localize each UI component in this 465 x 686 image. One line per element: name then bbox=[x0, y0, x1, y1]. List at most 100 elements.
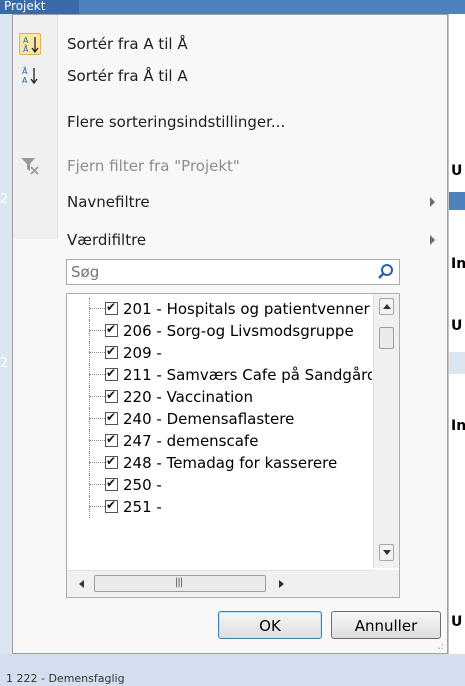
item-checkbox[interactable] bbox=[105, 322, 118, 337]
tree-line bbox=[89, 330, 105, 331]
menu-item-more-sort-options[interactable]: Flere sorteringsindstillinger... bbox=[13, 107, 447, 137]
scroll-up-button[interactable] bbox=[379, 298, 394, 315]
background-right-label: U bbox=[451, 614, 463, 630]
list-item[interactable]: 247 - demenscafe bbox=[67, 430, 372, 452]
search-icon[interactable] bbox=[377, 263, 395, 281]
submenu-arrow-icon bbox=[430, 197, 435, 207]
tree-line bbox=[89, 342, 90, 364]
item-checkbox[interactable] bbox=[105, 432, 118, 447]
item-checkbox[interactable] bbox=[105, 498, 118, 513]
vertical-scroll-thumb[interactable] bbox=[379, 327, 394, 349]
horizontal-scrollbar[interactable]: ||| bbox=[67, 570, 373, 597]
list-item-label: 211 - Samværs Cafe på Sandgårdsp bbox=[123, 366, 372, 384]
list-item[interactable]: 250 - bbox=[67, 474, 372, 496]
background-right-column bbox=[448, 14, 465, 654]
menu-item-name-filters[interactable]: Navnefiltre bbox=[13, 187, 447, 217]
item-checkbox[interactable] bbox=[105, 344, 118, 359]
svg-text:Å: Å bbox=[23, 43, 29, 54]
sort-za-icon: Å A bbox=[19, 65, 41, 87]
tree-line bbox=[89, 474, 90, 496]
menu-item-label: Sortér fra Å til A bbox=[67, 67, 188, 85]
tree-line bbox=[89, 364, 90, 386]
menu-item-label: Fjern filter fra "Projekt" bbox=[67, 157, 240, 175]
item-checkbox[interactable] bbox=[105, 476, 118, 491]
tree-line bbox=[89, 496, 90, 518]
search-box bbox=[66, 259, 400, 285]
list-item-label: 240 - Demensaflastere bbox=[123, 410, 295, 428]
list-item[interactable]: 220 - Vaccination bbox=[67, 386, 372, 408]
background-column-header: Projekt bbox=[0, 0, 79, 14]
list-item[interactable]: 209 - bbox=[67, 342, 372, 364]
tree-line bbox=[89, 408, 90, 430]
background-right-label: U bbox=[451, 163, 463, 179]
tree-line bbox=[89, 374, 105, 375]
item-checkbox[interactable] bbox=[105, 366, 118, 381]
filter-value-list-content: 201 - Hospitals og patientvenner 206 - S… bbox=[67, 298, 372, 568]
tree-line bbox=[89, 320, 90, 342]
tree-line bbox=[89, 396, 105, 397]
background-right-band bbox=[449, 192, 465, 210]
tree-line bbox=[89, 308, 105, 309]
vertical-scrollbar[interactable] bbox=[373, 294, 399, 568]
scroll-down-button[interactable] bbox=[379, 544, 394, 561]
item-checkbox[interactable] bbox=[105, 454, 118, 469]
item-checkbox[interactable] bbox=[105, 300, 118, 315]
sort-az-icon: A Å bbox=[19, 33, 41, 55]
svg-text:Å: Å bbox=[22, 65, 28, 76]
background-row-number: 2 bbox=[0, 356, 9, 371]
scroll-right-icon[interactable] bbox=[279, 580, 284, 588]
tree-line bbox=[89, 506, 105, 507]
background-right-label: U bbox=[451, 318, 463, 334]
horizontal-scroll-thumb[interactable]: ||| bbox=[94, 575, 266, 592]
tree-line bbox=[89, 386, 90, 408]
background-right-label: In bbox=[451, 256, 465, 272]
list-item[interactable]: 206 - Sorg-og Livsmodsgruppe bbox=[67, 320, 372, 342]
tree-line bbox=[89, 462, 105, 463]
item-checkbox[interactable] bbox=[105, 388, 118, 403]
menu-item-clear-filter[interactable]: Fjern filter fra "Projekt" bbox=[13, 151, 447, 181]
tree-line bbox=[89, 298, 90, 320]
background-row-number: 2 bbox=[0, 192, 9, 207]
ok-button[interactable]: OK bbox=[218, 611, 322, 639]
svg-text:A: A bbox=[22, 76, 28, 85]
background-left-strip bbox=[0, 14, 12, 654]
list-item-label: 209 - bbox=[123, 344, 162, 362]
svg-text:A: A bbox=[23, 36, 29, 45]
scroll-left-icon[interactable] bbox=[79, 580, 84, 588]
item-checkbox[interactable] bbox=[105, 410, 118, 425]
grip-icon: ||| bbox=[175, 577, 183, 588]
tree-line bbox=[89, 352, 105, 353]
filter-value-list: 201 - Hospitals og patientvenner 206 - S… bbox=[66, 293, 400, 598]
background-right-band bbox=[449, 352, 465, 374]
list-item[interactable]: 248 - Temadag for kasserere bbox=[67, 452, 372, 474]
tree-line bbox=[89, 418, 105, 419]
menu-item-label: Navnefiltre bbox=[67, 193, 150, 211]
background-right-label: In bbox=[451, 418, 465, 434]
list-item-label: 206 - Sorg-og Livsmodsgruppe bbox=[123, 322, 354, 340]
list-item-label: 250 - bbox=[123, 476, 162, 494]
list-item-label: 201 - Hospitals og patientvenner bbox=[123, 300, 370, 318]
tree-line bbox=[89, 440, 105, 441]
background-bottom-text: 1 222 - Demensfaglig bbox=[6, 672, 125, 685]
submenu-arrow-icon bbox=[430, 235, 435, 245]
autofilter-menu: A Å Sortér fra A til Å Å A Sortér fra Å … bbox=[12, 14, 448, 654]
resize-grip-icon[interactable]: .: bbox=[437, 642, 444, 652]
tree-line bbox=[89, 430, 90, 452]
list-item[interactable]: 201 - Hospitals og patientvenner bbox=[67, 298, 372, 320]
menu-item-sort-az[interactable]: A Å Sortér fra A til Å bbox=[13, 29, 447, 59]
list-item-label: 247 - demenscafe bbox=[123, 432, 259, 450]
cancel-button[interactable]: Annuller bbox=[331, 611, 441, 639]
tree-line bbox=[89, 484, 105, 485]
menu-item-label: Sortér fra A til Å bbox=[67, 35, 188, 53]
menu-item-value-filters[interactable]: Værdifiltre bbox=[13, 225, 447, 255]
list-item[interactable]: 251 - bbox=[67, 496, 372, 518]
menu-item-label: Værdifiltre bbox=[67, 231, 147, 249]
menu-item-sort-za[interactable]: Å A Sortér fra Å til A bbox=[13, 61, 447, 91]
list-item[interactable]: 240 - Demensaflastere bbox=[67, 408, 372, 430]
search-input[interactable] bbox=[67, 260, 375, 284]
list-item[interactable]: 211 - Samværs Cafe på Sandgårdsp bbox=[67, 364, 372, 386]
list-item-label: 220 - Vaccination bbox=[123, 388, 253, 406]
menu-item-label: Flere sorteringsindstillinger... bbox=[67, 113, 286, 131]
tree-line bbox=[89, 452, 90, 474]
list-item-label: 251 - bbox=[123, 498, 162, 516]
